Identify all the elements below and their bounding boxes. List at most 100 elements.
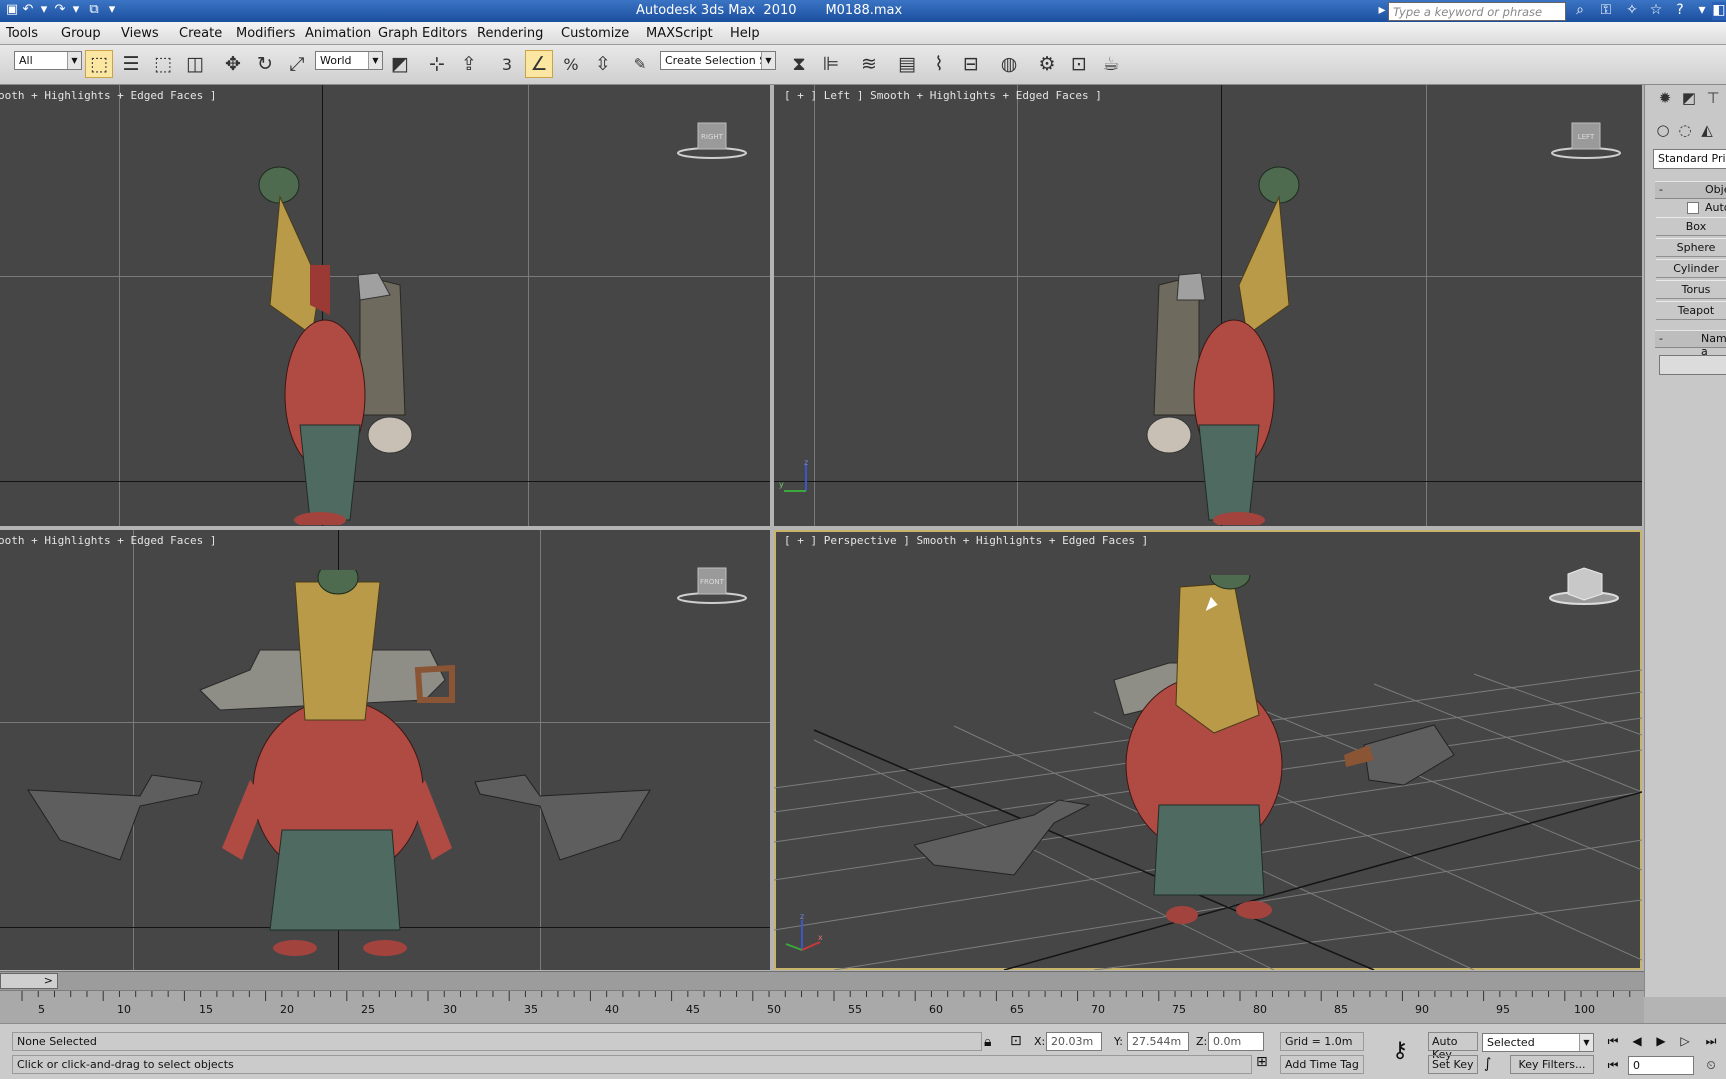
geometry-icon[interactable]: ○: [1653, 121, 1673, 141]
menu-maxscript[interactable]: MAXScript: [646, 26, 713, 41]
favorites-star-icon[interactable]: ☆: [1646, 2, 1666, 20]
sphere-button[interactable]: Sphere: [1656, 238, 1726, 257]
key-mode-toggle-icon[interactable]: ⏮: [1602, 1056, 1624, 1075]
viewport-left[interactable]: [ + ] Left ] Smooth + Highlights + Edged…: [774, 85, 1642, 526]
viewport-label[interactable]: ooth + Highlights + Edged Faces ]: [0, 89, 217, 102]
viewport-perspective[interactable]: [ + ] Perspective ] Smooth + Highlights …: [774, 530, 1642, 970]
menu-group[interactable]: Group: [61, 26, 101, 41]
time-tag-icon[interactable]: ⊞: [1256, 1054, 1268, 1070]
viewport-label[interactable]: [ + ] Perspective ] Smooth + Highlights …: [784, 534, 1148, 547]
select-scale-button[interactable]: ⤢: [283, 50, 311, 78]
render-setup-button[interactable]: ⚙: [1033, 50, 1061, 78]
layer-manager-button[interactable]: ≋: [855, 50, 883, 78]
add-time-tag[interactable]: Add Time Tag: [1280, 1055, 1364, 1074]
create-tab-icon[interactable]: ✹: [1655, 89, 1675, 109]
menu-graph-editors[interactable]: Graph Editors: [378, 26, 467, 41]
time-configuration-icon[interactable]: ⏲: [1700, 1056, 1722, 1075]
absolute-mode-icon[interactable]: ⊡: [1010, 1033, 1022, 1049]
reference-coordinate-dropdown[interactable]: World ▼: [315, 51, 383, 70]
graphite-tools-button[interactable]: ▤: [893, 50, 921, 78]
edit-named-selection-button[interactable]: ✎: [626, 50, 654, 78]
set-key-icon[interactable]: ⚷: [1392, 1038, 1408, 1063]
next-frame-icon[interactable]: ▷: [1674, 1032, 1696, 1051]
material-editor-button[interactable]: ◍: [995, 50, 1023, 78]
quick-access-dropdown-icon[interactable]: ▾: [102, 2, 122, 20]
menu-help[interactable]: Help: [730, 26, 760, 41]
lights-icon[interactable]: ◭: [1697, 121, 1717, 141]
schematic-view-button[interactable]: ⊟: [957, 50, 985, 78]
snaps-toggle-button[interactable]: 3: [493, 50, 521, 78]
menu-tools[interactable]: Tools: [6, 26, 38, 41]
go-to-start-icon[interactable]: ⏮: [1602, 1032, 1624, 1051]
percent-snap-button[interactable]: %: [557, 50, 585, 78]
cylinder-button[interactable]: Cylinder: [1656, 259, 1726, 278]
spinner-snap-button[interactable]: ⇳: [589, 50, 617, 78]
time-slider[interactable]: >: [0, 971, 1644, 990]
go-to-end-icon[interactable]: ⏭: [1700, 1032, 1722, 1051]
key-icon[interactable]: ⚿: [1596, 2, 1616, 20]
menu-animation[interactable]: Animation: [305, 26, 371, 41]
set-key-button[interactable]: Set Key: [1428, 1055, 1478, 1074]
redo-dropdown-icon[interactable]: ▾: [66, 2, 86, 20]
y-coord-field[interactable]: 27.544m: [1127, 1032, 1189, 1051]
render-production-button[interactable]: ☕: [1097, 50, 1125, 78]
project-folder-icon[interactable]: ⧉: [84, 2, 104, 20]
primitive-type-dropdown[interactable]: Standard Primi: [1653, 149, 1726, 169]
keyboard-shortcut-button[interactable]: ⇪: [455, 50, 483, 78]
rectangular-selection-button[interactable]: ⬚: [149, 50, 177, 78]
shapes-icon[interactable]: ◌: [1675, 121, 1695, 141]
menu-views[interactable]: Views: [121, 26, 159, 41]
search-input[interactable]: Type a keyword or phrase: [1388, 2, 1566, 21]
viewcube-icon[interactable]: [1548, 566, 1620, 606]
viewport-right[interactable]: ooth + Highlights + Edged Faces ] RIGHT: [0, 85, 770, 526]
auto-key-button[interactable]: Auto Key: [1428, 1032, 1478, 1061]
menu-create[interactable]: Create: [179, 26, 222, 41]
viewport-label[interactable]: ooth + Highlights + Edged Faces ]: [0, 534, 217, 547]
select-by-name-button[interactable]: ☰: [117, 50, 145, 78]
torus-button[interactable]: Torus: [1656, 280, 1726, 299]
menu-rendering[interactable]: Rendering: [477, 26, 543, 41]
track-bar[interactable]: 5 10 15 20 25 30 35 40 45 50 55 60 65 70…: [0, 990, 1644, 1023]
align-button[interactable]: ⊫: [817, 50, 845, 78]
help-dropdown-icon[interactable]: ▾: [1692, 2, 1712, 20]
menu-modifiers[interactable]: Modifiers: [236, 26, 295, 41]
key-filters-button[interactable]: Key Filters...: [1510, 1055, 1594, 1074]
help-icon[interactable]: ?: [1670, 2, 1690, 20]
mirror-button[interactable]: ⧗: [785, 50, 813, 78]
select-object-button[interactable]: ⬚: [85, 50, 113, 78]
x-coord-field[interactable]: 20.03m: [1046, 1032, 1102, 1051]
teapot-button[interactable]: Teapot: [1656, 301, 1726, 320]
window-control-icon[interactable]: ◧: [1712, 2, 1726, 20]
rollout-object-type[interactable]: - Obje: [1655, 181, 1726, 199]
hierarchy-tab-icon[interactable]: ⊤: [1703, 89, 1723, 109]
modify-tab-icon[interactable]: ◩: [1679, 89, 1699, 109]
viewcube-icon[interactable]: RIGHT: [676, 121, 748, 161]
rollout-name-color[interactable]: - Name a: [1655, 330, 1726, 358]
binoculars-icon[interactable]: ⌕: [1570, 2, 1590, 20]
menu-customize[interactable]: Customize: [561, 26, 629, 41]
lock-selection-icon[interactable]: 🔒︎: [984, 1034, 991, 1050]
viewcube-icon[interactable]: LEFT: [1550, 121, 1622, 161]
viewcube-icon[interactable]: FRONT: [676, 566, 748, 606]
viewport-front[interactable]: ooth + Highlights + Edged Faces ] FRONT: [0, 530, 770, 970]
viewport-label[interactable]: [ + ] Left ] Smooth + Highlights + Edged…: [784, 89, 1102, 102]
time-slider-handle[interactable]: >: [0, 973, 58, 989]
object-name-field[interactable]: [1659, 355, 1726, 375]
current-frame-field[interactable]: 0: [1628, 1056, 1694, 1075]
named-selection-dropdown[interactable]: Create Selection Se ▼: [660, 51, 776, 70]
tangent-icon[interactable]: ∫: [1484, 1056, 1491, 1072]
previous-frame-icon[interactable]: ◀: [1626, 1032, 1648, 1051]
window-crossing-button[interactable]: ◫: [181, 50, 209, 78]
select-rotate-button[interactable]: ↻: [251, 50, 279, 78]
pivot-center-button[interactable]: ◩: [386, 50, 414, 78]
box-button[interactable]: Box: [1656, 217, 1726, 236]
subscription-icon[interactable]: ✧: [1622, 2, 1642, 20]
curve-editor-button[interactable]: ⌇: [925, 50, 953, 78]
key-mode-dropdown[interactable]: Selected ▼: [1482, 1033, 1594, 1052]
select-manipulate-button[interactable]: ⊹: [423, 50, 451, 78]
z-coord-field[interactable]: 0.0m: [1208, 1032, 1264, 1051]
angle-snap-button[interactable]: ∠: [525, 50, 553, 78]
rendered-frame-window-button[interactable]: ⊡: [1065, 50, 1093, 78]
select-move-button[interactable]: ✥: [219, 50, 247, 78]
selection-filter-dropdown[interactable]: All ▼: [14, 51, 82, 70]
